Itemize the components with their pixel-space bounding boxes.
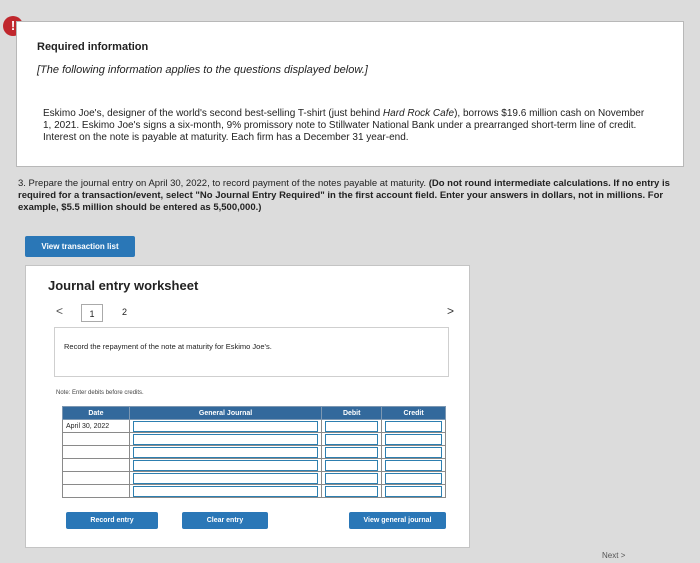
info-title: Required information [37,41,149,53]
column-credit: Credit [381,406,446,420]
journal-entry-worksheet: Journal entry worksheet < 1 2 > Record t… [25,265,470,548]
table-row [62,484,446,498]
account-field[interactable] [128,471,323,485]
debits-credits-note: Note: Enter debits before credits. [56,390,144,396]
account-field[interactable] [128,484,323,498]
debit-field[interactable] [321,484,383,498]
record-entry-button[interactable]: Record entry [66,512,158,529]
credit-field[interactable] [381,471,446,485]
account-field[interactable] [128,432,323,446]
date-cell [62,484,130,498]
info-subtitle: [The following information applies to th… [37,64,368,76]
question-main: 3. Prepare the journal entry on April 30… [18,178,429,189]
clear-entry-button[interactable]: Clear entry [182,512,268,529]
required-information-panel: Required information [The following info… [16,21,684,167]
credit-field[interactable] [381,445,446,459]
table-row [62,432,446,446]
date-cell [62,471,130,485]
view-general-journal-button[interactable]: View general journal [349,512,446,529]
table-row [62,471,446,485]
credit-field[interactable] [381,458,446,472]
date-cell [62,432,130,446]
column-date: Date [62,406,130,420]
column-general-journal: General Journal [128,406,323,420]
next-link[interactable]: Next > [602,551,625,560]
view-transaction-list-button[interactable]: View transaction list [25,236,135,257]
account-field[interactable] [128,419,323,433]
journal-table: Date General Journal Debit Credit April … [62,406,446,498]
instruction-text: Record the repayment of the note at matu… [64,342,272,351]
date-cell: April 30, 2022 [62,419,130,433]
page-2-button[interactable]: 2 [122,307,127,317]
credit-field[interactable] [381,484,446,498]
next-page-icon[interactable]: > [447,304,454,318]
debit-field[interactable] [321,458,383,472]
table-row [62,458,446,472]
column-debit: Debit [321,406,383,420]
account-field[interactable] [128,445,323,459]
table-row: April 30, 2022 [62,419,446,433]
info-paragraph: Eskimo Joe's, designer of the world's se… [43,108,653,144]
debit-field[interactable] [321,471,383,485]
account-field[interactable] [128,458,323,472]
next-label: Next [602,551,619,560]
paragraph-text: Eskimo Joe's, designer of the world's se… [43,108,383,119]
credit-field[interactable] [381,419,446,433]
debit-field[interactable] [321,419,383,433]
question-text: 3. Prepare the journal entry on April 30… [18,178,686,214]
instruction-box: Record the repayment of the note at matu… [54,327,449,377]
table-row [62,445,446,459]
page-1-button[interactable]: 1 [81,304,103,322]
date-cell [62,458,130,472]
next-arrow-icon: > [620,551,626,560]
worksheet-title: Journal entry worksheet [48,278,199,293]
credit-field[interactable] [381,432,446,446]
debit-field[interactable] [321,445,383,459]
date-cell [62,445,130,459]
paragraph-italic: Hard Rock Cafe [382,108,455,119]
prev-page-icon[interactable]: < [56,304,63,318]
debit-field[interactable] [321,432,383,446]
